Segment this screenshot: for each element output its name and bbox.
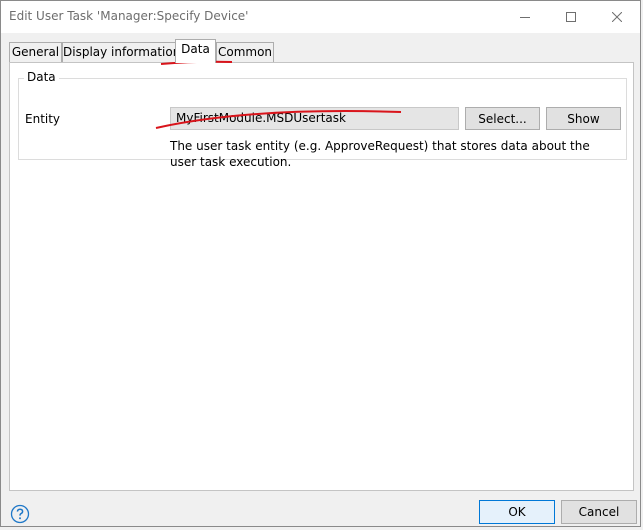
minimize-icon xyxy=(520,17,530,18)
minimize-button[interactable] xyxy=(502,1,548,33)
groupbox-legend: Data xyxy=(24,70,59,84)
tab-display-information[interactable]: Display information xyxy=(62,42,180,62)
maximize-button[interactable] xyxy=(548,1,594,33)
tab-general[interactable]: General xyxy=(9,42,62,62)
close-icon xyxy=(612,12,622,22)
show-entity-button[interactable]: Show xyxy=(546,107,621,130)
ok-button[interactable]: OK xyxy=(479,500,555,524)
maximize-icon xyxy=(566,12,576,22)
help-icon xyxy=(10,504,30,524)
close-button[interactable] xyxy=(594,1,640,33)
tab-panel-data: Data Entity MyFirstModule.MSDUsertask Se… xyxy=(9,62,634,491)
cancel-button[interactable]: Cancel xyxy=(561,500,637,524)
select-entity-button[interactable]: Select... xyxy=(465,107,540,130)
dialog-footer: OK Cancel xyxy=(1,491,640,528)
dialog-window: Edit User Task 'Manager:Specify Device' … xyxy=(0,0,641,527)
entity-label: Entity xyxy=(25,112,61,126)
entity-field[interactable]: MyFirstModule.MSDUsertask xyxy=(170,107,459,130)
tab-data[interactable]: Data xyxy=(175,39,216,63)
help-button[interactable] xyxy=(9,503,31,525)
tab-common[interactable]: Common xyxy=(216,42,274,62)
entity-hint-text: The user task entity (e.g. ApproveReques… xyxy=(170,139,590,169)
window-title: Edit User Task 'Manager:Specify Device' xyxy=(9,9,249,23)
data-groupbox: Data Entity MyFirstModule.MSDUsertask Se… xyxy=(18,70,627,169)
title-bar: Edit User Task 'Manager:Specify Device' xyxy=(1,1,640,33)
